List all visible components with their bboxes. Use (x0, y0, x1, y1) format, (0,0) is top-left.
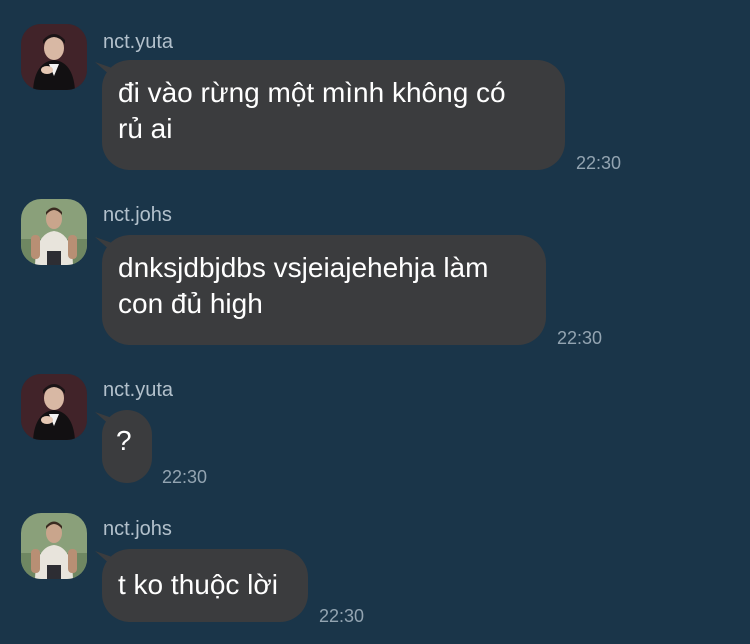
sender-name[interactable]: nct.yuta (103, 30, 173, 54)
message-text-line: con đủ high (118, 288, 263, 319)
message-timestamp: 22:30 (557, 328, 603, 348)
message-bubble[interactable]: ? (102, 410, 152, 483)
message-text-line: đi vào rừng một mình không có (118, 77, 506, 108)
message-text-line: rủ ai (118, 113, 173, 144)
message-timestamp: 22:30 (162, 467, 208, 487)
message-bubble[interactable]: đi vào rừng một mình không có rủ ai (102, 60, 565, 170)
sender-avatar[interactable] (21, 24, 87, 90)
sender-name[interactable]: nct.yuta (103, 378, 173, 402)
message-text-line: dnksjdbjdbs vsjeiajehehja làm (118, 252, 489, 283)
message-bubble[interactable]: t ko thuộc lời (102, 549, 308, 622)
sender-avatar[interactable] (21, 374, 87, 440)
avatar-yuta-image (21, 24, 87, 90)
message-timestamp: 22:30 (576, 153, 622, 173)
avatar-johnny-image (21, 199, 87, 265)
message-bubble[interactable]: dnksjdbjdbs vsjeiajehehja làm con đủ hig… (102, 235, 546, 345)
sender-avatar[interactable] (21, 199, 87, 265)
message-text-line: ? (116, 425, 132, 456)
avatar-johnny-image (21, 513, 87, 579)
avatar-yuta-image (21, 374, 87, 440)
sender-name[interactable]: nct.johs (103, 517, 172, 541)
message-text-line: t ko thuộc lời (118, 569, 278, 600)
message-timestamp: 22:30 (319, 606, 365, 626)
sender-avatar[interactable] (21, 513, 87, 579)
sender-name[interactable]: nct.johs (103, 203, 172, 227)
